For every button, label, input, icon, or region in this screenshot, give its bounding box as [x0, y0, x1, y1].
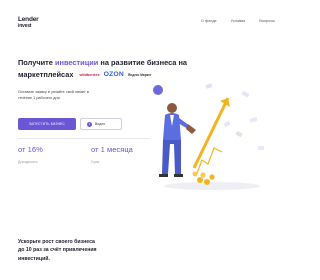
yandex-market-logo: Яндекс Маркет [128, 73, 152, 78]
start-business-button[interactable]: Запустить бизнес [18, 118, 76, 130]
nav-item-about[interactable]: О фонде [201, 19, 217, 23]
stat-rate: от 16% Доходность [18, 145, 43, 164]
nav-item-faq[interactable]: Вопросы [259, 19, 275, 23]
divider [18, 138, 150, 139]
wildberries-logo: wildberries [79, 73, 100, 78]
stat-term-value: от 1 месяца [91, 145, 133, 154]
hero-subtext: Оставьте заявку и узнайте свой лимит в т… [18, 90, 89, 101]
businessman-figure [159, 103, 196, 177]
top-nav: О фонде Условия Вопросы [201, 19, 275, 23]
headline-accent: инвестиции [54, 58, 99, 67]
video-button-label: Видео [95, 122, 106, 126]
nav-item-terms[interactable]: Условия [231, 19, 246, 23]
logo-line2: invest [18, 23, 32, 29]
watering-can-icon [186, 124, 196, 134]
ozon-logo: OZON [103, 71, 125, 79]
play-icon [87, 121, 92, 127]
coin-icon [197, 177, 203, 183]
stat-rate-caption: Доходность [18, 160, 38, 164]
stat-rate-value: от 16% [18, 145, 43, 154]
marketplace-logos: wildberries OZON Яндекс Маркет [80, 69, 152, 81]
brand-logo[interactable]: Lender invest [18, 16, 39, 29]
stat-term: от 1 месяца Срок [91, 145, 133, 164]
bottom-tagline: Ускорьте рост своего бизнеса до 10 раз з… [18, 239, 97, 262]
stat-term-caption: Срок [91, 160, 100, 164]
headline-text-1: Получите [18, 58, 55, 67]
hero-illustration [153, 83, 264, 190]
video-button[interactable]: Видео [80, 118, 122, 130]
logo-line1: Lender [18, 16, 39, 23]
